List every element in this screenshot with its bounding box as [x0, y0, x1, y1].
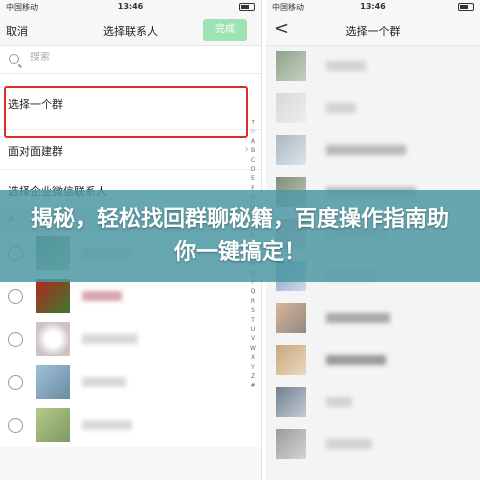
battery-icon — [458, 3, 474, 11]
alphabet-index-letter[interactable]: W — [248, 344, 258, 353]
status-bar: 中国移动 13:46 — [0, 0, 261, 14]
nav-bar: < 选择一个群 — [266, 14, 480, 46]
group-name-redacted — [326, 397, 352, 407]
contact-row[interactable] — [0, 361, 261, 404]
contact-name-redacted — [82, 291, 122, 301]
group-row[interactable] — [266, 424, 480, 466]
alphabet-index-letter[interactable]: Q — [248, 287, 258, 296]
group-avatar — [276, 51, 306, 81]
group-name-redacted — [326, 439, 372, 449]
battery-icon — [239, 3, 255, 11]
group-row[interactable] — [266, 382, 480, 424]
contact-name-redacted — [82, 420, 132, 430]
alphabet-index-letter[interactable]: X — [248, 353, 258, 362]
face-to-face-group-label: 面对面建群 — [8, 145, 63, 158]
group-name-redacted — [326, 355, 386, 365]
group-name-redacted — [326, 145, 406, 155]
group-row[interactable] — [266, 340, 480, 382]
search-input[interactable] — [30, 52, 210, 63]
select-radio[interactable] — [8, 289, 23, 304]
select-radio[interactable] — [8, 375, 23, 390]
alphabet-index-letter[interactable]: E — [248, 174, 258, 183]
select-group-label: 选择一个群 — [8, 98, 63, 111]
avatar — [36, 322, 70, 356]
contact-row[interactable] — [0, 318, 261, 361]
group-name-redacted — [326, 103, 356, 113]
done-button[interactable]: 完成 — [203, 19, 247, 41]
select-radio[interactable] — [8, 418, 23, 433]
search-bar[interactable] — [0, 46, 261, 74]
nav-bar: 取消 选择联系人 完成 — [0, 14, 261, 46]
contact-name-redacted — [82, 377, 126, 387]
alphabet-index-letter[interactable]: B — [248, 146, 258, 155]
alphabet-index-letter[interactable]: C — [248, 156, 258, 165]
group-avatar — [276, 135, 306, 165]
group-row[interactable] — [266, 88, 480, 130]
alphabet-index-letter[interactable]: T — [248, 316, 258, 325]
avatar — [36, 365, 70, 399]
alphabet-index-letter[interactable]: # — [248, 381, 258, 390]
group-avatar — [276, 93, 306, 123]
page-title: 选择一个群 — [345, 25, 401, 38]
group-name-redacted — [326, 61, 366, 71]
group-row[interactable] — [266, 46, 480, 88]
group-row[interactable] — [266, 298, 480, 340]
title-banner: 揭秘，轻松找回群聊秘籍，百度操作指南助你一键搞定！ — [0, 190, 480, 282]
alphabet-index-letter[interactable]: A — [248, 137, 258, 146]
alphabet-index-letter[interactable]: ☆ — [248, 127, 258, 136]
banner-headline: 揭秘，轻松找回群聊秘籍，百度操作指南助你一键搞定！ — [30, 207, 449, 265]
contact-row[interactable] — [0, 404, 261, 447]
status-bar: 中国移动 13:46 — [266, 0, 480, 14]
contact-name-redacted — [82, 334, 138, 344]
select-group-row[interactable]: 选择一个群 — [0, 74, 261, 130]
select-radio[interactable] — [8, 332, 23, 347]
avatar — [36, 408, 70, 442]
clock-label: 13:46 — [117, 2, 144, 11]
alphabet-index-letter[interactable]: V — [248, 334, 258, 343]
alphabet-index-letter[interactable]: U — [248, 325, 258, 334]
group-avatar — [276, 429, 306, 459]
alphabet-index-letter[interactable]: Y — [248, 363, 258, 372]
group-avatar — [276, 303, 306, 333]
group-avatar — [276, 387, 306, 417]
alphabet-index-letter[interactable]: S — [248, 306, 258, 315]
search-icon — [9, 54, 19, 64]
alphabet-index-letter[interactable]: R — [248, 297, 258, 306]
alphabet-index-letter[interactable]: ↑ — [248, 118, 258, 127]
alphabet-index-letter[interactable]: D — [248, 165, 258, 174]
alphabet-index-letter[interactable]: Z — [248, 372, 258, 381]
avatar — [36, 279, 70, 313]
clock-label: 13:46 — [360, 2, 386, 11]
group-name-redacted — [326, 313, 390, 323]
group-avatar — [276, 345, 306, 375]
group-row[interactable] — [266, 130, 480, 172]
face-to-face-group-row[interactable]: 面对面建群 › — [0, 130, 261, 170]
